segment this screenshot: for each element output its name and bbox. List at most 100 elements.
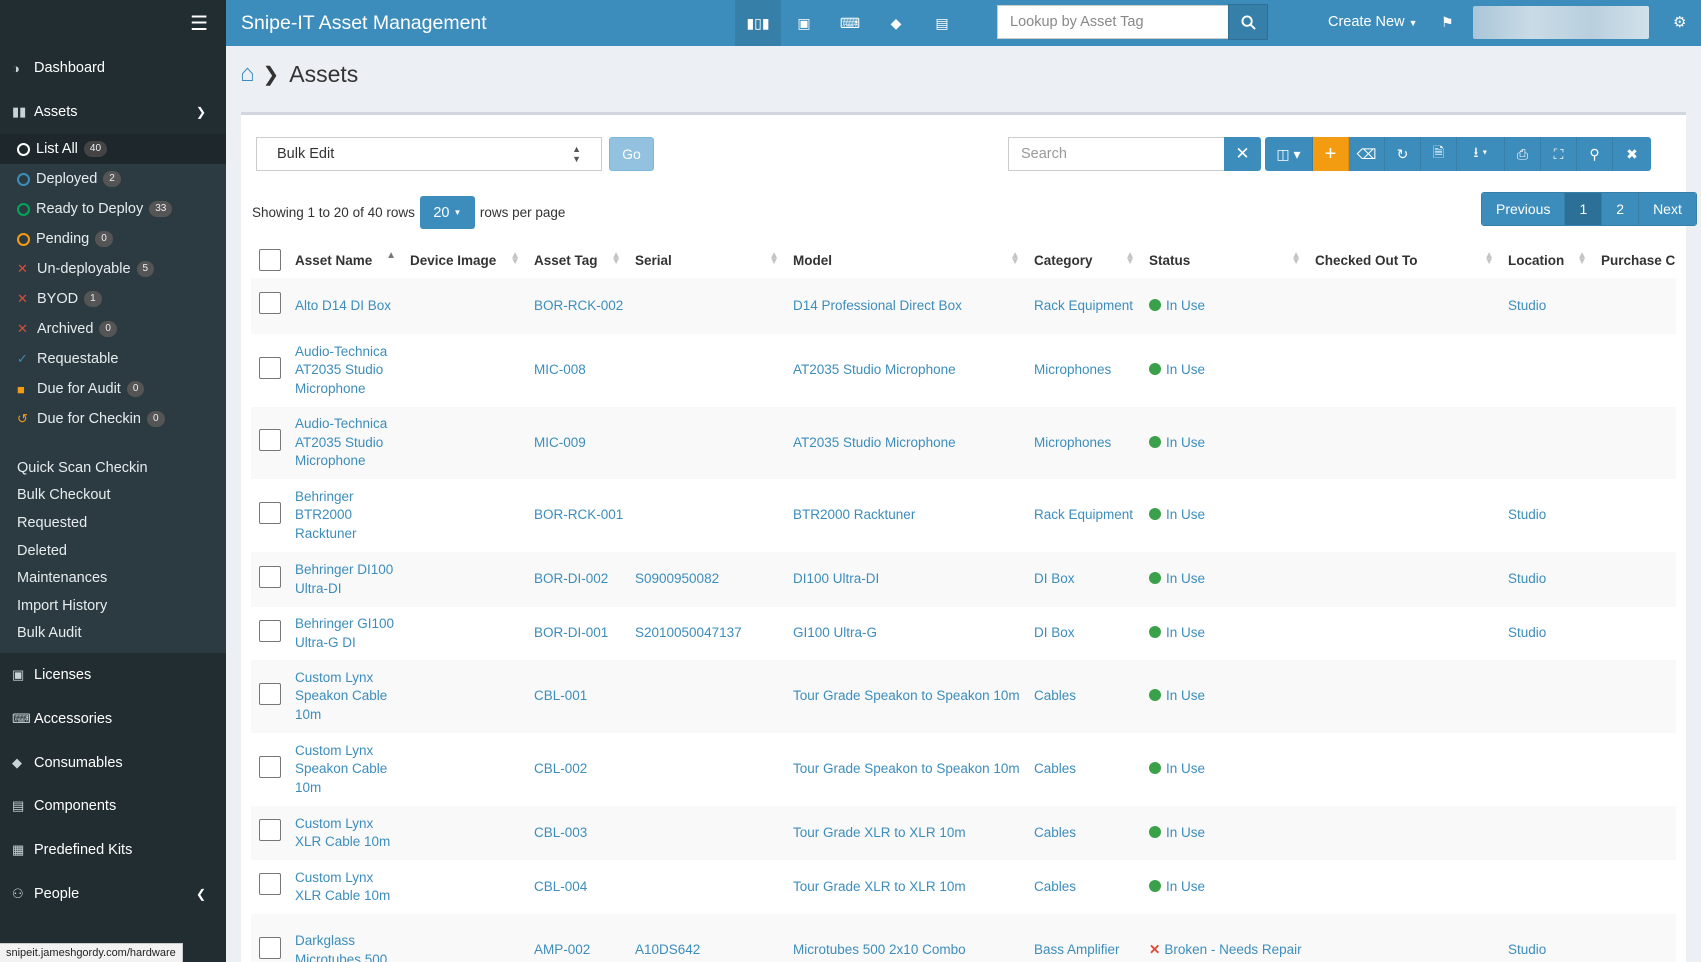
app-title[interactable]: Snipe-IT Asset Management — [241, 12, 487, 35]
previous-page-button[interactable]: Previous — [1482, 193, 1566, 225]
user-menu[interactable] — [1473, 6, 1649, 39]
page-2-button[interactable]: 2 — [1602, 193, 1640, 225]
columns-button[interactable]: ◫ ▾ — [1265, 137, 1313, 171]
sidebar-subitem[interactable]: ✓ Requestable — [0, 344, 226, 374]
asset-tag-link[interactable]: BOR-DI-001 — [526, 624, 627, 643]
model-link[interactable]: GI100 Ultra-G — [785, 624, 1026, 643]
tools-button[interactable]: ✖ — [1613, 137, 1651, 171]
asset-name-link[interactable]: Custom Lynx Speakon Cable 10m — [287, 742, 402, 798]
asset-tag-link[interactable]: CBL-004 — [526, 878, 627, 897]
column-header-purchase-cost[interactable]: Purchase C — [1593, 242, 1676, 278]
row-checkbox[interactable] — [259, 936, 281, 959]
status-link[interactable]: In Use — [1166, 435, 1205, 450]
bulk-actions-select[interactable]: Bulk Edit ▲ ▼ — [256, 137, 602, 171]
save-icon[interactable]: ▣ — [781, 0, 827, 46]
row-checkbox[interactable] — [259, 429, 281, 452]
asset-name-link[interactable]: Behringer DI100 Ultra-DI — [287, 561, 402, 598]
status-link[interactable]: Broken - Needs Repair — [1164, 942, 1301, 957]
sidebar-subitem[interactable]: Quick Scan Checkin — [0, 454, 226, 482]
asset-tag-link[interactable]: BOR-RCK-002 — [526, 297, 627, 316]
asset-name-link[interactable]: Alto D14 DI Box — [287, 297, 402, 316]
sidebar-subitem[interactable]: Maintenances — [0, 564, 226, 592]
row-checkbox[interactable] — [259, 356, 281, 379]
category-link[interactable]: Cables — [1026, 760, 1141, 779]
location-link[interactable]: Studio — [1500, 570, 1593, 589]
column-header-category[interactable]: Category ▲ ▼ — [1026, 242, 1141, 278]
hdd-icon[interactable]: ▤ — [919, 0, 965, 46]
category-link[interactable]: Cables — [1026, 687, 1141, 706]
asset-name-link[interactable]: Darkglass Microtubes 500 — [287, 932, 402, 962]
category-link[interactable]: DI Box — [1026, 570, 1141, 589]
lookup-search-button[interactable] — [1228, 4, 1268, 40]
asset-tag-link[interactable]: CBL-003 — [526, 824, 627, 843]
sidebar-subitem[interactable]: ✕ Un-deployable 5 — [0, 254, 226, 284]
go-button[interactable]: Go — [609, 137, 654, 171]
category-link[interactable]: DI Box — [1026, 624, 1141, 643]
location-link[interactable]: Studio — [1500, 941, 1593, 960]
status-link[interactable]: In Use — [1166, 625, 1205, 640]
export-button[interactable]: ⭳ ▾ — [1457, 137, 1505, 171]
asset-name-link[interactable]: Custom Lynx XLR Cable 10m — [287, 869, 402, 906]
add-asset-button[interactable]: + — [1313, 137, 1349, 171]
row-checkbox[interactable] — [259, 619, 281, 642]
model-link[interactable]: Tour Grade XLR to XLR 10m — [785, 824, 1026, 843]
asset-name-link[interactable]: Behringer BTR2000 Racktuner — [287, 488, 402, 544]
model-link[interactable]: BTR2000 Racktuner — [785, 506, 1026, 525]
sidebar-subitem[interactable]: Ready to Deploy 33 — [0, 194, 226, 224]
asset-tag-lookup-input[interactable] — [997, 5, 1239, 39]
barcode-icon[interactable]: ▮▯▮ — [735, 0, 781, 46]
status-link[interactable]: In Use — [1166, 507, 1205, 522]
gear-icon[interactable]: ⚙ — [1673, 13, 1686, 31]
page-1-button[interactable]: 1 — [1565, 193, 1603, 225]
sidebar-subitem[interactable]: ■ Due for Audit 0 — [0, 374, 226, 404]
sidebar-subitem[interactable]: Deployed 2 — [0, 164, 226, 194]
model-link[interactable]: D14 Professional Direct Box — [785, 297, 1026, 316]
column-header-status[interactable]: Status ▲ ▼ — [1141, 242, 1307, 278]
status-link[interactable]: In Use — [1166, 298, 1205, 313]
sidebar-item-dashboard[interactable]: ◑ Dashboard — [0, 46, 226, 90]
row-checkbox[interactable] — [259, 565, 281, 588]
category-link[interactable]: Cables — [1026, 824, 1141, 843]
asset-tag-link[interactable]: CBL-002 — [526, 760, 627, 779]
category-link[interactable]: Rack Equipment — [1026, 506, 1141, 525]
asset-name-link[interactable]: Custom Lynx XLR Cable 10m — [287, 815, 402, 852]
asset-tag-link[interactable]: MIC-009 — [526, 434, 627, 453]
row-checkbox[interactable] — [259, 819, 281, 842]
table-search-input[interactable] — [1008, 137, 1225, 171]
model-link[interactable]: Microtubes 500 2x10 Combo — [785, 941, 1026, 960]
status-link[interactable]: In Use — [1166, 761, 1205, 776]
column-header-checked-out-to[interactable]: Checked Out To ▲ ▼ — [1307, 242, 1500, 278]
model-link[interactable]: Tour Grade Speakon to Speakon 10m — [785, 687, 1026, 706]
sidebar-subitem[interactable]: Deleted — [0, 537, 226, 565]
select-all-checkbox[interactable] — [259, 249, 281, 271]
model-link[interactable]: Tour Grade XLR to XLR 10m — [785, 878, 1026, 897]
category-link[interactable]: Microphones — [1026, 361, 1141, 380]
delete-button[interactable]: ⌫ — [1349, 137, 1385, 171]
asset-tag-link[interactable]: CBL-001 — [526, 687, 627, 706]
sidebar-item-consumables[interactable]: ◆ Consumables — [0, 741, 226, 785]
asset-name-link[interactable]: Behringer GI100 Ultra-G DI — [287, 615, 402, 652]
column-header-asset-name[interactable]: Asset Name ▲ — [287, 242, 402, 278]
sidebar-subitem[interactable]: ↺ Due for Checkin 0 — [0, 404, 226, 434]
sidebar-item-people[interactable]: ⚇ People ❮ — [0, 872, 226, 916]
refresh-button[interactable]: ↻ — [1385, 137, 1421, 171]
asset-name-link[interactable]: Custom Lynx Speakon Cable 10m — [287, 669, 402, 725]
model-link[interactable]: DI100 Ultra-DI — [785, 570, 1026, 589]
sidebar-subitem[interactable]: Requested — [0, 509, 226, 537]
fullscreen-button[interactable]: ⛶ — [1541, 137, 1577, 171]
category-link[interactable]: Cables — [1026, 878, 1141, 897]
serial-link[interactable]: S2010050047137 — [627, 624, 785, 643]
serial-link[interactable]: S0900950082 — [627, 570, 785, 589]
column-header-location[interactable]: Location ▲ ▼ — [1500, 242, 1593, 278]
asset-tag-link[interactable]: MIC-008 — [526, 361, 627, 380]
row-checkbox[interactable] — [259, 755, 281, 778]
asset-tag-link[interactable]: BOR-RCK-001 — [526, 506, 627, 525]
advanced-search-button[interactable]: ⚲ — [1577, 137, 1613, 171]
category-link[interactable]: Rack Equipment — [1026, 297, 1141, 316]
location-link[interactable]: Studio — [1500, 506, 1593, 525]
status-link[interactable]: In Use — [1166, 362, 1205, 377]
asset-tag-link[interactable]: BOR-DI-002 — [526, 570, 627, 589]
row-checkbox[interactable] — [259, 682, 281, 705]
export-csv-button[interactable]: 🗎 — [1421, 137, 1457, 171]
row-checkbox[interactable] — [259, 873, 281, 896]
